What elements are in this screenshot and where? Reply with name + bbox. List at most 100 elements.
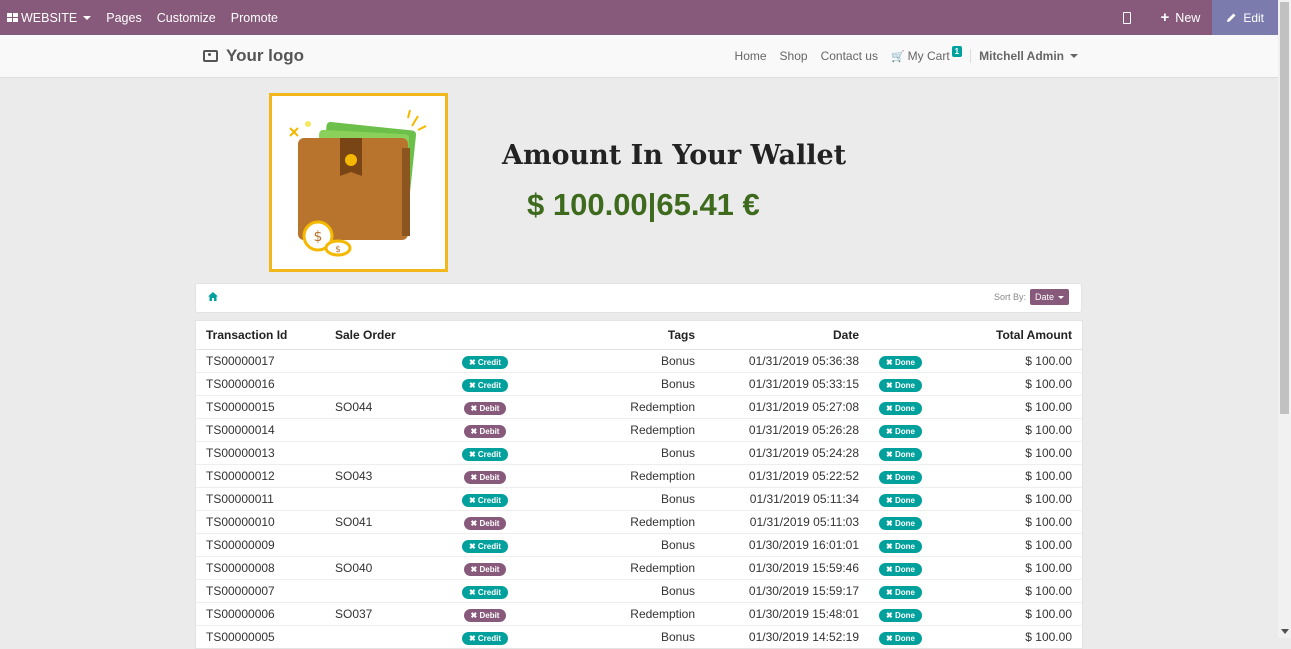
logo-text: Your logo: [226, 46, 305, 65]
type-label: Credit: [477, 541, 502, 551]
times-icon: ✖: [468, 587, 478, 597]
nav-contact[interactable]: Contact us: [821, 49, 878, 63]
type-label: Debit: [479, 426, 500, 436]
state-label: Done: [894, 449, 915, 459]
date: 01/30/2019 16:01:01: [705, 533, 869, 557]
state-cell: ✖ Done: [869, 395, 949, 419]
state-badge: ✖ Done: [879, 424, 922, 438]
type-label: Credit: [477, 587, 502, 597]
nav-shop[interactable]: Shop: [780, 49, 808, 63]
promote-menu[interactable]: Promote: [231, 11, 278, 25]
wallet-amount: $ 100.00|65.41 €: [527, 187, 760, 222]
state-badge: ✖ Done: [879, 355, 922, 369]
state-label: Done: [894, 610, 915, 620]
user-name: Mitchell Admin: [979, 49, 1064, 63]
cart-icon: 🛒: [890, 51, 905, 63]
state-cell: ✖ Done: [869, 349, 949, 373]
customize-menu[interactable]: Customize: [157, 11, 216, 25]
sale-order: [325, 418, 435, 442]
times-icon: ✖: [886, 449, 895, 459]
state-badge: ✖ Done: [879, 378, 922, 392]
type-cell: ✖ Debit: [435, 464, 535, 488]
new-button[interactable]: + New: [1161, 9, 1201, 26]
times-icon: ✖: [468, 633, 478, 643]
state-cell: ✖ Done: [869, 372, 949, 396]
type-cell: ✖ Credit: [435, 579, 535, 603]
breadcrumb: Sort By: Date: [195, 283, 1082, 313]
type-cell: ✖ Debit: [435, 602, 535, 626]
home-icon[interactable]: [208, 292, 218, 301]
col-transaction-id: Transaction Id: [196, 321, 325, 350]
times-icon: ✖: [886, 380, 895, 390]
times-icon: ✖: [886, 610, 895, 620]
table-row: TS00000013 ✖ Credit Bonus 01/31/2019 05:24:…: [196, 441, 1082, 465]
sale-order: [325, 579, 435, 603]
type-label: Credit: [477, 495, 502, 505]
times-icon: ✖: [886, 426, 895, 436]
tag: Redemption: [535, 395, 705, 419]
table-row: TS00000011 ✖ Credit Bonus 01/31/2019 05:11:…: [196, 487, 1082, 511]
type-cell: ✖ Debit: [435, 418, 535, 442]
state-badge: ✖ Done: [879, 631, 922, 645]
type-label: Debit: [479, 403, 500, 413]
sort-dropdown[interactable]: Date: [1029, 289, 1069, 305]
date: 01/30/2019 15:48:01: [705, 602, 869, 626]
user-menu[interactable]: Mitchell Admin: [970, 49, 1078, 63]
transaction-id: TS00000005: [196, 625, 325, 648]
state-label: Done: [894, 633, 915, 643]
state-badge: ✖ Done: [879, 539, 922, 553]
type-badge: ✖ Credit: [461, 493, 509, 507]
state-badge: ✖ Done: [879, 470, 922, 484]
scrollbar-thumb[interactable]: [1280, 2, 1289, 414]
pages-menu[interactable]: Pages: [106, 11, 141, 25]
table-row: TS00000010 SO041 ✖ Debit Redemption 01/31/20…: [196, 510, 1082, 534]
sale-order: SO043: [325, 464, 435, 488]
transaction-id: TS00000017: [196, 349, 325, 373]
date: 01/31/2019 05:24:28: [705, 441, 869, 465]
cart-label: My Cart: [907, 49, 950, 63]
state-cell: ✖ Done: [869, 487, 949, 511]
nav-cart[interactable]: 🛒 My Cart 1: [890, 46, 963, 63]
state-badge: ✖ Done: [879, 608, 922, 622]
state-cell: ✖ Done: [869, 579, 949, 603]
type-cell: ✖ Credit: [435, 533, 535, 557]
sort-value: Date: [1034, 292, 1054, 302]
sale-order: SO037: [325, 602, 435, 626]
type-cell: ✖ Credit: [435, 349, 535, 373]
times-icon: ✖: [886, 564, 895, 574]
scroll-down-arrow-icon[interactable]: [1281, 629, 1289, 634]
state-label: Done: [894, 403, 915, 413]
page-scrollbar[interactable]: [1278, 0, 1291, 638]
table-row: TS00000016 ✖ Credit Bonus 01/31/2019 05:33:…: [196, 372, 1082, 396]
site-logo[interactable]: Your logo: [203, 46, 304, 66]
date: 01/31/2019 05:26:28: [705, 418, 869, 442]
type-badge: ✖ Credit: [461, 631, 509, 645]
times-icon: ✖: [886, 495, 895, 505]
tag: Bonus: [535, 349, 705, 373]
type-label: Debit: [479, 472, 500, 482]
sort-control: Sort By: Date: [994, 289, 1069, 305]
state-badge: ✖ Done: [879, 447, 922, 461]
transaction-id: TS00000007: [196, 579, 325, 603]
table-row: TS00000014 ✖ Debit Redemption 01/31/2019 05…: [196, 418, 1082, 442]
type-badge: ✖ Debit: [463, 562, 507, 576]
table-row: TS00000017 ✖ Credit Bonus 01/31/2019 05:36:…: [196, 349, 1082, 373]
edit-button[interactable]: Edit: [1212, 0, 1278, 35]
date: 01/31/2019 05:33:15: [705, 372, 869, 396]
new-label: New: [1175, 10, 1201, 25]
caret-down-icon: [1058, 295, 1064, 299]
mobile-preview-icon[interactable]: [1122, 11, 1131, 24]
table-row: TS00000005 ✖ Credit Bonus 01/30/2019 14:52:…: [196, 625, 1082, 648]
type-cell: ✖ Debit: [435, 556, 535, 580]
times-icon: ✖: [468, 380, 478, 390]
tag: Bonus: [535, 579, 705, 603]
nav-home[interactable]: Home: [735, 49, 767, 63]
total-amount: $ 100.00: [949, 533, 1082, 557]
transaction-id: TS00000014: [196, 418, 325, 442]
website-menu[interactable]: WEBSITE: [7, 11, 92, 25]
col-state: [869, 321, 949, 350]
total-amount: $ 100.00: [949, 579, 1082, 603]
cart-count-badge: 1: [951, 46, 963, 57]
times-icon: ✖: [886, 587, 895, 597]
state-label: Done: [894, 426, 915, 436]
